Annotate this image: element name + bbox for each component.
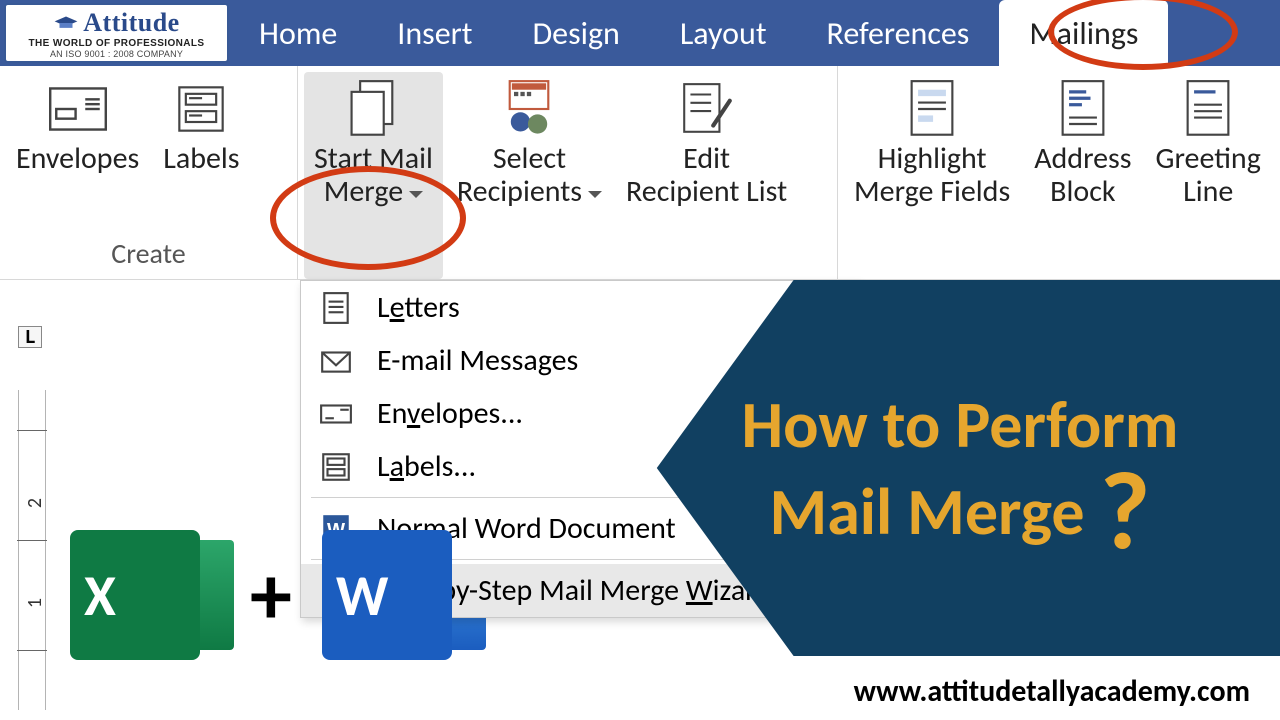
vertical-ruler[interactable]: 2 1 xyxy=(18,390,46,710)
edit-recipient-list-button[interactable]: Edit Recipient List xyxy=(616,72,797,279)
edit-recipient-label1: Edit xyxy=(683,142,730,175)
word-icon: W xyxy=(322,530,452,660)
address-block-button[interactable]: Address Block xyxy=(1024,72,1141,279)
menu-labels-label: Labels... xyxy=(377,448,476,485)
envelopes-label: Envelopes xyxy=(16,142,139,175)
highlight-merge-fields-button[interactable]: Highlight Merge Fields xyxy=(844,72,1020,279)
word-letter: W xyxy=(336,560,389,631)
start-mail-merge-label2: Merge xyxy=(324,175,423,208)
highlight-label1: Highlight xyxy=(878,142,987,175)
select-recipients-label2: Recipients xyxy=(457,175,602,208)
menu-envelopes-label: Envelopes... xyxy=(377,395,523,432)
edit-recipient-label2: Recipient List xyxy=(626,175,787,208)
tab-strip: Attitude THE WORLD OF PROFESSIONALS AN I… xyxy=(0,0,1280,66)
logo-title: Attitude xyxy=(83,8,179,38)
group-label-create: Create xyxy=(6,230,291,279)
ruler-mark-2: 2 xyxy=(23,498,47,508)
document-margin-area: L 2 1 xyxy=(0,326,300,720)
excel-plus-word-graphic: X + W xyxy=(70,530,452,660)
label-small-icon xyxy=(319,450,353,484)
documents-stack-icon xyxy=(342,76,404,142)
tab-references[interactable]: References xyxy=(797,0,1000,66)
ribbon: Envelopes Labels Create Start Mail Merge xyxy=(0,66,1280,280)
envelope-small-icon xyxy=(319,397,353,431)
envelope-icon xyxy=(47,76,109,142)
highlight-label2: Merge Fields xyxy=(854,175,1010,208)
ruler-mark-1: 1 xyxy=(23,598,47,608)
address-block-icon xyxy=(1052,76,1114,142)
labels-label: Labels xyxy=(163,142,239,175)
website-url: www.attitudetallyacademy.com xyxy=(854,673,1250,710)
highlight-fields-icon xyxy=(901,76,963,142)
recipients-icon xyxy=(498,76,560,142)
envelopes-button[interactable]: Envelopes xyxy=(6,72,149,230)
banner-line2: Mail Merge xyxy=(770,471,1085,552)
brand-logo: Attitude THE WORLD OF PROFESSIONALS AN I… xyxy=(4,3,229,63)
greeting-label1: Greeting xyxy=(1156,142,1261,175)
email-icon xyxy=(319,344,353,378)
greeting-line-icon xyxy=(1177,76,1239,142)
excel-letter: X xyxy=(84,560,116,631)
letter-doc-icon xyxy=(319,291,353,325)
logo-iso: AN ISO 9001 : 2008 COMPANY xyxy=(50,49,183,59)
address-label1: Address xyxy=(1034,142,1131,175)
start-mail-merge-label1: Start Mail xyxy=(314,142,433,175)
start-mail-merge-button[interactable]: Start Mail Merge xyxy=(304,72,443,279)
menu-letters-label: Letters xyxy=(377,289,460,326)
greeting-line-button[interactable]: Greeting Line xyxy=(1146,72,1271,279)
menu-email-label: E-mail Messages xyxy=(377,342,578,379)
address-label2: Block xyxy=(1050,175,1115,208)
graduation-cap-icon xyxy=(53,14,79,32)
greeting-label2: Line xyxy=(1183,175,1233,208)
ruler-corner: L xyxy=(18,326,42,348)
ribbon-group-create: Envelopes Labels Create xyxy=(0,66,298,279)
select-recipients-label1: Select xyxy=(493,142,566,175)
edit-list-icon xyxy=(676,76,738,142)
tab-design[interactable]: Design xyxy=(502,0,649,66)
labels-icon xyxy=(170,76,232,142)
tab-insert[interactable]: Insert xyxy=(367,0,502,66)
ribbon-group-start-mail-merge: Start Mail Merge Select Recipients xyxy=(298,66,838,279)
labels-button[interactable]: Labels xyxy=(153,72,249,230)
tab-layout[interactable]: Layout xyxy=(650,0,797,66)
select-recipients-button[interactable]: Select Recipients xyxy=(447,72,612,279)
tab-home[interactable]: Home xyxy=(229,0,367,66)
banner-question-mark: ? xyxy=(1099,478,1150,544)
excel-icon: X xyxy=(70,530,200,660)
tab-mailings[interactable]: Mailings xyxy=(999,0,1168,66)
plus-symbol: + xyxy=(206,544,316,647)
logo-subtitle: THE WORLD OF PROFESSIONALS xyxy=(29,38,205,49)
ribbon-group-write-insert: Highlight Merge Fields Address Block Gre… xyxy=(838,66,1280,279)
